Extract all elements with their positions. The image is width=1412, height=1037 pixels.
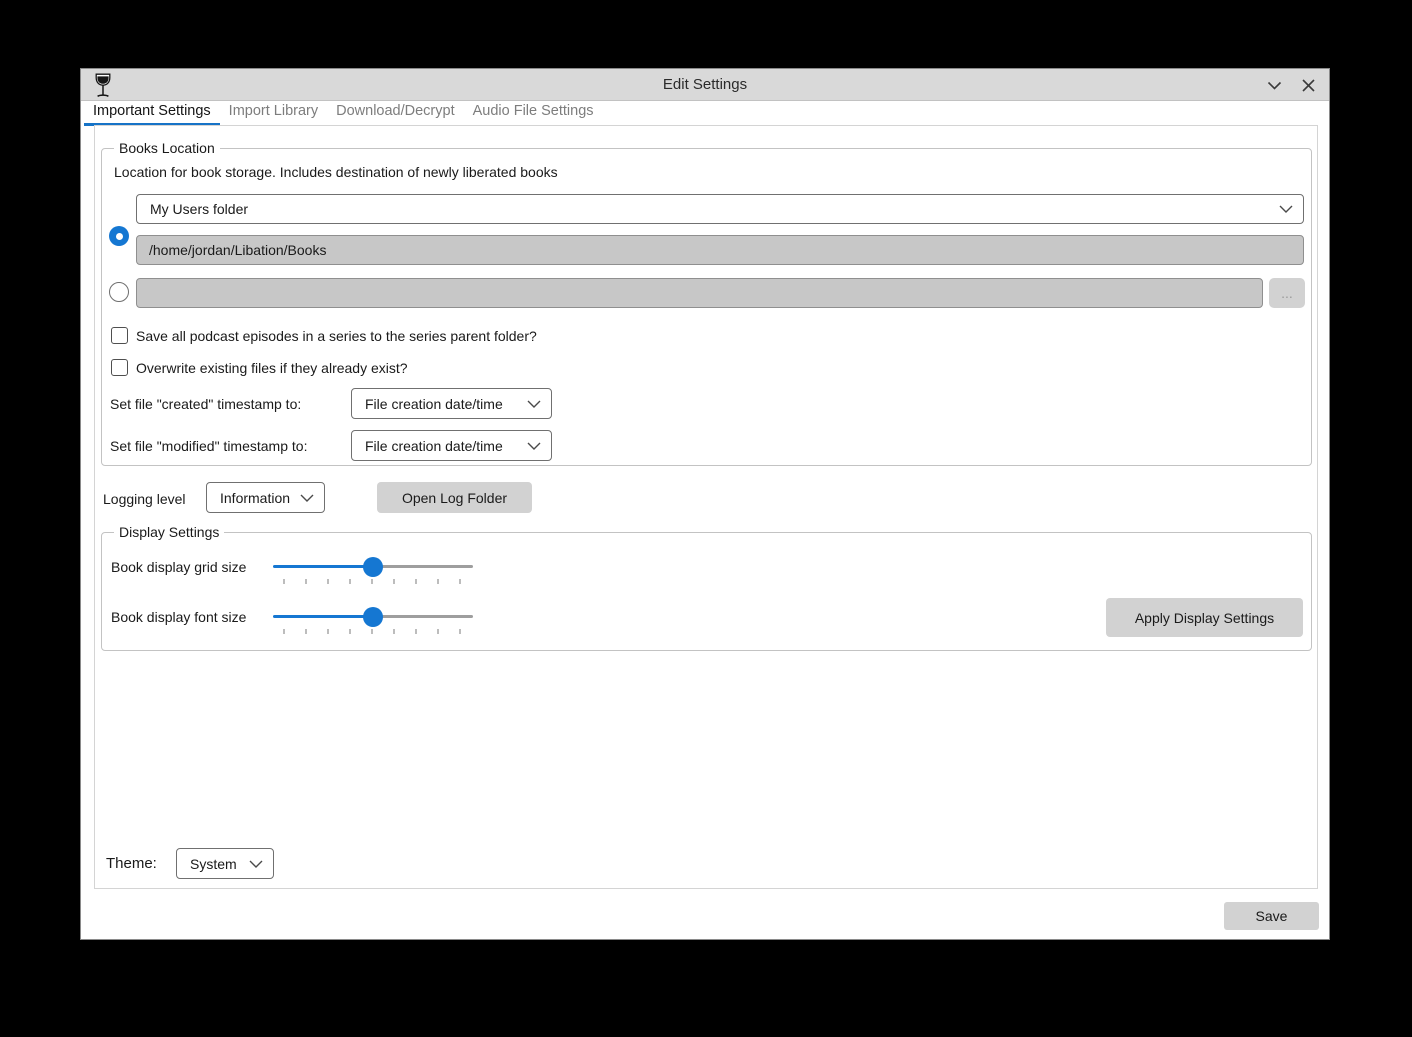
- edit-settings-window: Edit Settings Important Settings Import …: [80, 68, 1330, 940]
- tab-audio-file-settings[interactable]: Audio File Settings: [464, 101, 603, 126]
- books-path-field: /home/jordan/Libation/Books: [136, 235, 1304, 265]
- window-title: Edit Settings: [81, 76, 1329, 93]
- theme-label: Theme:: [106, 855, 157, 872]
- minimize-button[interactable]: [1261, 72, 1287, 98]
- font-size-slider[interactable]: [273, 607, 473, 627]
- logging-level-label: Logging level: [103, 491, 186, 507]
- custom-path-field: [136, 278, 1263, 308]
- save-podcast-label: Save all podcast episodes in a series to…: [136, 328, 537, 344]
- chevron-down-icon: [249, 860, 263, 868]
- slider-thumb[interactable]: [363, 557, 383, 577]
- modified-timestamp-label: Set file "modified" timestamp to:: [110, 438, 307, 454]
- open-log-folder-button[interactable]: Open Log Folder: [377, 482, 532, 513]
- created-timestamp-dropdown[interactable]: File creation date/time: [351, 388, 552, 419]
- slider-thumb[interactable]: [363, 607, 383, 627]
- modified-timestamp-value: File creation date/time: [365, 438, 521, 454]
- chevron-down-icon: [527, 400, 541, 408]
- apply-display-settings-button[interactable]: Apply Display Settings: [1106, 598, 1303, 637]
- close-button[interactable]: [1295, 72, 1321, 98]
- font-size-label: Book display font size: [111, 609, 246, 625]
- browse-button[interactable]: ...: [1269, 278, 1305, 308]
- books-path-radio-selected[interactable]: [109, 226, 129, 246]
- chevron-down-icon: [1279, 205, 1293, 213]
- chevron-down-icon: [300, 494, 314, 502]
- grid-size-ticks: [283, 579, 461, 584]
- books-location-legend: Books Location: [114, 140, 220, 157]
- grid-size-label: Book display grid size: [111, 559, 246, 575]
- titlebar: Edit Settings: [81, 69, 1329, 101]
- display-settings-legend: Display Settings: [114, 524, 224, 541]
- logging-level-value: Information: [220, 490, 294, 506]
- overwrite-checkbox[interactable]: [111, 359, 128, 376]
- close-icon: [1302, 79, 1315, 92]
- tab-import-library[interactable]: Import Library: [220, 101, 327, 126]
- save-podcast-checkbox[interactable]: [111, 327, 128, 344]
- theme-value: System: [190, 856, 243, 872]
- created-timestamp-value: File creation date/time: [365, 396, 521, 412]
- chevron-down-icon: [527, 442, 541, 450]
- books-location-preset-dropdown[interactable]: My Users folder: [136, 194, 1304, 224]
- save-button[interactable]: Save: [1224, 902, 1319, 930]
- window-controls: [1261, 69, 1321, 101]
- modified-timestamp-dropdown[interactable]: File creation date/time: [351, 430, 552, 461]
- wine-glass-icon: [93, 73, 113, 98]
- chevron-down-icon: [1267, 81, 1282, 90]
- created-timestamp-label: Set file "created" timestamp to:: [110, 396, 301, 412]
- grid-size-slider[interactable]: [273, 557, 473, 577]
- tab-important-settings[interactable]: Important Settings: [84, 101, 220, 126]
- theme-dropdown[interactable]: System: [176, 848, 274, 879]
- books-location-description: Location for book storage. Includes dest…: [114, 164, 558, 180]
- books-location-preset-value: My Users folder: [150, 201, 1273, 217]
- overwrite-label: Overwrite existing files if they already…: [136, 360, 408, 376]
- logging-level-dropdown[interactable]: Information: [206, 482, 325, 513]
- custom-path-radio[interactable]: [109, 282, 129, 302]
- tab-download-decrypt[interactable]: Download/Decrypt: [327, 101, 463, 126]
- font-size-ticks: [283, 629, 461, 634]
- tabstrip: Important Settings Import Library Downlo…: [84, 101, 603, 126]
